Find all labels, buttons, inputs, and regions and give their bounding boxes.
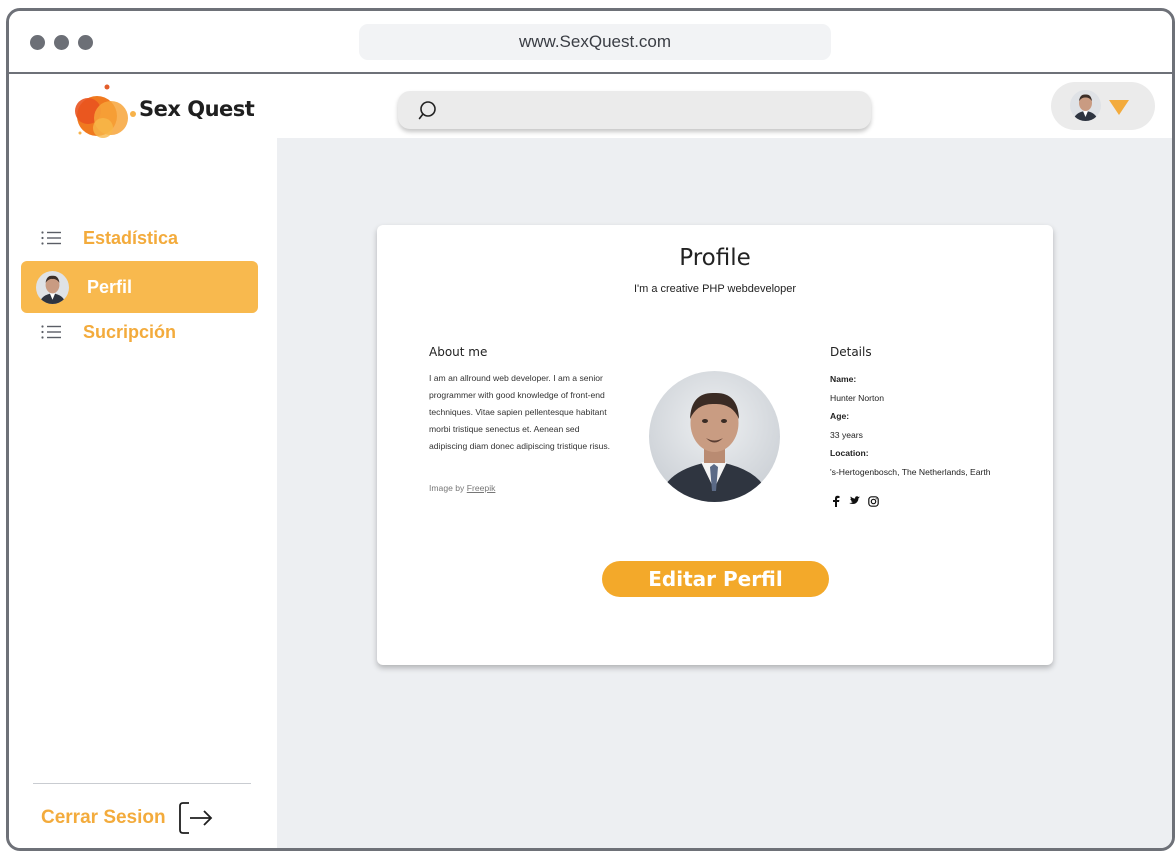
- sidebar-item-sucripcion[interactable]: Sucripción: [21, 306, 258, 358]
- browser-window: www.SexQuest.com Sex Quest Estadística P…: [6, 8, 1175, 851]
- list-icon: [41, 325, 61, 339]
- window-dot-close[interactable]: [30, 35, 45, 50]
- main-content: Profile I'm a creative PHP webdeveloper …: [277, 138, 1172, 848]
- brand-logo[interactable]: Sex Quest: [67, 78, 257, 138]
- name-value: Hunter Norton: [830, 392, 884, 403]
- sidebar-item-label: Perfil: [87, 276, 133, 297]
- details-list: Name: Hunter Norton Age: 33 years Locati…: [830, 370, 1030, 481]
- list-icon: [41, 231, 61, 245]
- sidebar-item-estadistica[interactable]: Estadística: [21, 212, 258, 264]
- app-header: Sex Quest: [9, 76, 1172, 138]
- url-bar[interactable]: www.SexQuest.com: [359, 24, 831, 60]
- profile-photo: [649, 371, 780, 502]
- sidebar-item-label: Estadística: [83, 227, 179, 248]
- details-heading: Details: [830, 345, 872, 359]
- age-label: Age:: [830, 411, 850, 421]
- instagram-icon[interactable]: [868, 495, 879, 507]
- location-label: Location:: [830, 448, 869, 458]
- sidebar-divider: [33, 783, 251, 784]
- age-value: 33 years: [830, 429, 863, 440]
- window-dot-maximize[interactable]: [78, 35, 93, 50]
- about-text: I am an allround web developer. I am a s…: [429, 373, 611, 451]
- window-controls: [30, 35, 93, 50]
- edit-profile-button[interactable]: Editar Perfil: [602, 561, 829, 597]
- image-credit: Image by Freepik: [429, 483, 495, 493]
- page-subtitle: I'm a creative PHP webdeveloper: [633, 283, 797, 295]
- profile-photo-image: [649, 371, 780, 502]
- profile-card: Profile I'm a creative PHP webdeveloper …: [377, 225, 1053, 665]
- about-heading: About me: [429, 345, 488, 359]
- search-icon: [418, 101, 436, 120]
- app-name: Sex Quest: [139, 97, 255, 121]
- browser-titlebar: www.SexQuest.com: [9, 11, 1172, 74]
- social-links: [832, 495, 879, 507]
- location-value: 's-Hertogenbosch, The Netherlands, Earth: [830, 466, 991, 477]
- logout-button[interactable]: Cerrar Sesion: [41, 798, 214, 838]
- avatar-image: [36, 270, 69, 304]
- avatar-image: [1070, 90, 1101, 121]
- sidebar: Estadística Perfil Sucripción Cerrar Ses…: [9, 138, 277, 848]
- window-dot-minimize[interactable]: [54, 35, 69, 50]
- page-title: Profile: [679, 245, 751, 271]
- search-input[interactable]: [398, 91, 871, 129]
- logout-arrow-icon: [178, 802, 212, 834]
- avatar: [1070, 90, 1101, 121]
- image-credit-prefix: Image by: [429, 483, 465, 493]
- twitter-icon[interactable]: [848, 496, 860, 506]
- sidebar-item-label: Sucripción: [83, 321, 177, 342]
- facebook-icon[interactable]: [832, 495, 840, 507]
- account-menu-button[interactable]: [1051, 82, 1155, 130]
- logout-label: Cerrar Sesion: [41, 807, 166, 828]
- avatar: [36, 270, 69, 304]
- name-label: Name:: [830, 374, 857, 384]
- caret-down-icon: [1109, 100, 1129, 115]
- freepik-link[interactable]: Freepik: [467, 483, 496, 493]
